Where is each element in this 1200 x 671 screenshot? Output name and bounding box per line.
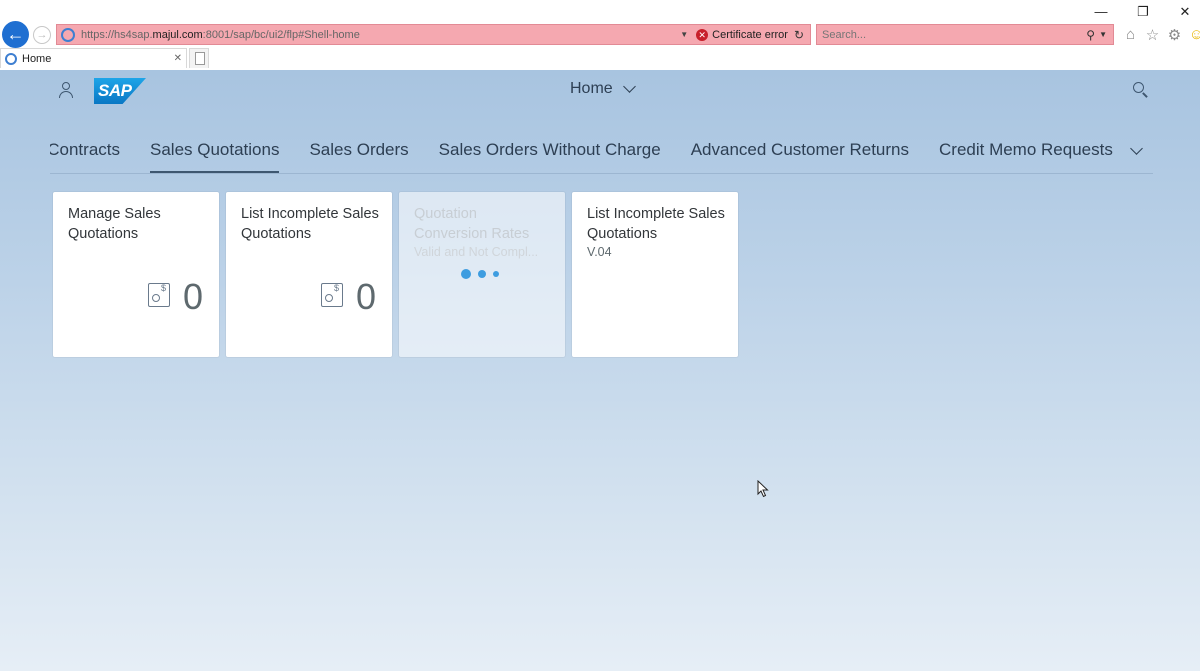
anchor-item-advanced-customer-returns[interactable]: Advanced Customer Returns [691,128,909,173]
feedback-smiley-icon[interactable]: ☺ [1188,26,1200,44]
tile-container: Manage Sales Quotations 0 List Incomplet… [53,192,738,357]
tile-list-incomplete-sales-quotations[interactable]: List Incomplete Sales Quotations 0 [226,192,392,357]
sap-logo: SAP [94,78,146,104]
back-button[interactable]: ← [2,21,29,48]
restore-icon[interactable]: ❐ [1136,4,1150,20]
tile-subtitle: Valid and Not Compl... [414,245,539,259]
quotation-icon [321,283,343,307]
settings-gear-icon[interactable]: ⚙ [1166,26,1183,44]
anchor-item-credit-memo-requests[interactable]: Credit Memo Requests [939,128,1113,173]
url-text[interactable]: https://hs4sap.majul.com:8001/sap/bc/ui2… [81,29,680,41]
loading-indicator [461,269,499,279]
tab-close-icon[interactable]: ✕ [174,53,182,64]
browser-tab-home[interactable]: Home ✕ [0,48,187,68]
mouse-pointer-icon [757,480,769,498]
browser-search-input[interactable] [822,28,1087,41]
tile-manage-sales-quotations[interactable]: Manage Sales Quotations 0 [53,192,219,357]
shell-title-menu[interactable]: Home [570,80,636,98]
shell-title: Home [570,80,613,97]
tile-subtitle: V.04 [587,245,612,259]
anchor-item-sales-contracts[interactable]: Sales Contracts [50,128,120,173]
tile-title: Manage Sales Quotations [68,206,161,242]
tab-label: Home [22,52,52,65]
refresh-icon[interactable]: ↻ [794,28,804,42]
tile-title: List Incomplete Sales Quotations [241,206,379,242]
anchor-navigation-bar: Sales Contracts Sales Quotations Sales O… [50,128,1153,174]
search-dropdown-icon[interactable]: ▼ [1099,30,1107,39]
address-dropdown-icon[interactable]: ▼ [680,30,688,39]
anchor-overflow-chevron-icon[interactable] [1130,142,1143,155]
fiori-launchpad: SAP Home Sales Contracts Sales Quotation… [0,70,1200,671]
favorites-star-icon[interactable]: ☆ [1144,26,1161,44]
quotation-icon [148,283,170,307]
tile-title: List Incomplete Sales Quotations [587,206,725,242]
tile-title: Quotation Conversion Rates [414,206,530,242]
tile-count: 0 [355,276,376,317]
tile-count: 0 [182,276,203,317]
address-bar[interactable]: https://hs4sap.majul.com:8001/sap/bc/ui2… [56,24,811,45]
site-icon [61,27,75,42]
tile-quotation-conversion-rates[interactable]: Quotation Conversion Rates Valid and Not… [399,192,565,357]
user-profile-icon[interactable] [58,82,74,99]
home-icon[interactable]: ⌂ [1122,26,1139,44]
close-window-icon[interactable]: ✕ [1178,4,1192,20]
window-controls: — ❐ ✕ [1094,4,1192,20]
certificate-error-icon[interactable]: ✕ [696,28,709,41]
shell-header: SAP Home [0,70,1200,110]
browser-chrome: — ❐ ✕ ← → https://hs4sap.majul.com:8001/… [0,0,1200,70]
shell-search-icon[interactable] [1133,82,1148,98]
chevron-down-icon [622,80,636,93]
new-tab-button[interactable] [189,48,209,68]
anchor-item-sales-orders-without-charge[interactable]: Sales Orders Without Charge [439,128,661,173]
anchor-item-sales-quotations[interactable]: Sales Quotations [150,128,280,173]
minimize-icon[interactable]: — [1094,4,1108,20]
tile-list-incomplete-sales-quotations-v04[interactable]: List Incomplete Sales Quotations V.04 [572,192,738,357]
search-icon[interactable]: ⚲ [1086,28,1095,42]
anchor-item-sales-orders[interactable]: Sales Orders [309,128,408,173]
certificate-error-label[interactable]: Certificate error [712,29,788,41]
browser-search-bar[interactable]: ⚲ ▼ [816,24,1114,45]
forward-button[interactable]: → [33,26,51,44]
browser-toolbar: ⌂ ☆ ⚙ ☺ [1122,26,1200,44]
tab-site-icon [5,52,17,65]
